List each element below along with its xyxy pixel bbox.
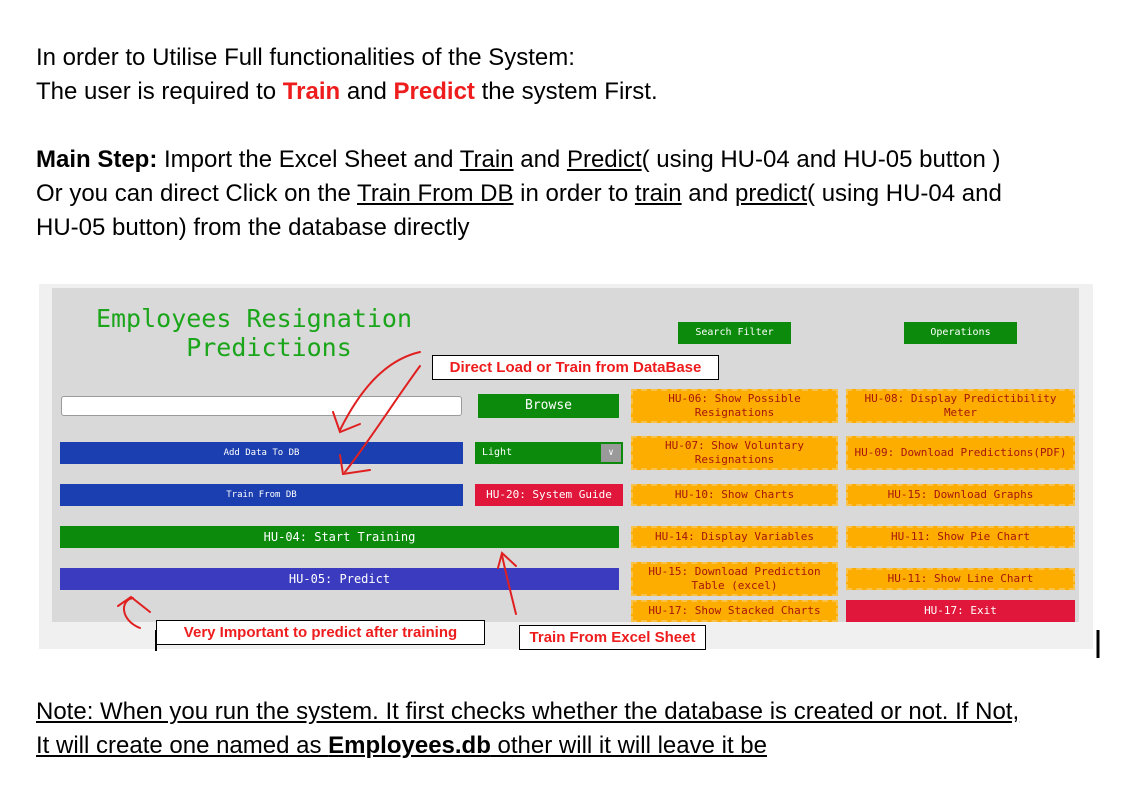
arrowhead-path-input bbox=[332, 411, 361, 434]
arrowhead-start-training bbox=[497, 551, 517, 569]
note-line-2-prefix: It will create one named as bbox=[36, 732, 329, 759]
arrow-to-path-input bbox=[339, 351, 421, 431]
arrowhead-predict bbox=[117, 595, 151, 613]
note-line-1: Note: When you run the system. It first … bbox=[36, 698, 1020, 725]
db-name: Employees.db bbox=[328, 732, 491, 759]
annotation-arrows bbox=[117, 351, 1100, 658]
arrow-to-train-from-db bbox=[344, 365, 421, 473]
note-line-2: It will create one named as Employees.db… bbox=[36, 729, 767, 763]
note-line-2-suffix: other will it will leave it be bbox=[490, 732, 767, 759]
